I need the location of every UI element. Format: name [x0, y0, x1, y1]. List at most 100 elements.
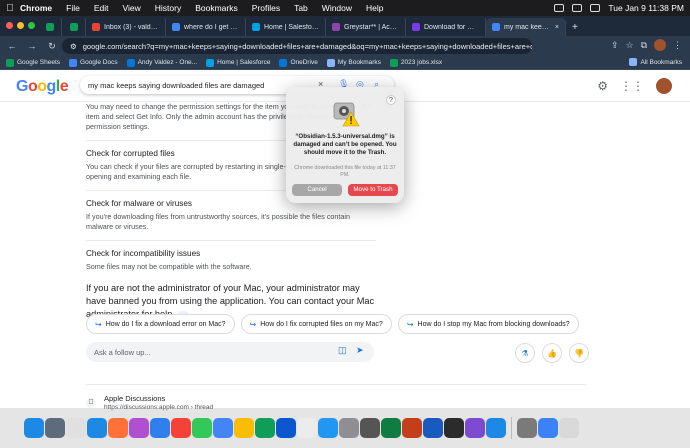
finder-icon[interactable] [24, 418, 44, 438]
tab-gmail[interactable]: Inbox (3) - valdez.andy [86, 18, 166, 36]
bookmark-2023-jobs[interactable]: 2023 jobs.xlsx [389, 58, 442, 67]
tab-obsidian-download[interactable]: Download for MacOS [406, 18, 486, 36]
documents-folder-icon[interactable] [538, 418, 558, 438]
wifi-icon[interactable] [554, 4, 565, 12]
site-info-icon[interactable]: ⚙ [70, 42, 77, 51]
sheets-icon [6, 58, 14, 67]
messenger-icon[interactable] [150, 418, 170, 438]
tab-pinned-sheets-2[interactable] [62, 18, 86, 36]
menu-file[interactable]: File [66, 3, 80, 13]
sheets-icon [45, 23, 54, 31]
tab-google-search[interactable]: where do I get my inter [166, 18, 246, 36]
all-bookmarks-button[interactable]: All Bookmarks [629, 58, 682, 66]
bookmark-google-sheets[interactable]: Google Sheets [6, 58, 60, 67]
lens-icon[interactable]: ◫ [338, 345, 347, 356]
tab-greystar[interactable]: Greystar** | Account | [326, 18, 406, 36]
screenshot-icon[interactable] [444, 418, 464, 438]
thumbs-down-icon[interactable]: 👎 [569, 343, 589, 363]
zoom-window-button[interactable] [28, 22, 35, 29]
photos-icon[interactable] [234, 418, 254, 438]
mail-icon[interactable] [87, 418, 107, 438]
control-center-icon[interactable] [590, 4, 601, 12]
app-store-icon[interactable] [318, 418, 338, 438]
menu-window[interactable]: Window [322, 3, 352, 13]
menu-profiles[interactable]: Profiles [252, 3, 280, 13]
google-icon [172, 23, 180, 31]
calendar-icon[interactable] [66, 418, 86, 438]
salesforce-icon [252, 23, 260, 31]
google-drive-icon[interactable] [255, 418, 275, 438]
tab-pinned-sheets[interactable] [38, 18, 62, 36]
close-window-button[interactable] [6, 22, 13, 29]
minimize-window-button[interactable] [17, 22, 24, 29]
bookmark-folder-my-bookmarks[interactable]: My Bookmarks [326, 58, 381, 67]
firefox-icon[interactable] [108, 418, 128, 438]
bookmark-google-docs[interactable]: Google Docs [69, 58, 118, 67]
tab-salesforce[interactable]: Home | Salesforce [246, 18, 326, 36]
folder-icon [629, 58, 638, 66]
forward-icon[interactable]: → [26, 41, 38, 51]
section-heading: Check for incompatibility issues [86, 249, 201, 258]
zoom-icon[interactable] [486, 418, 506, 438]
settings-icon[interactable]: ⚙ [597, 79, 608, 93]
powerpoint-icon[interactable] [402, 418, 422, 438]
excel-icon[interactable] [381, 418, 401, 438]
bookmark-onedrive-andy[interactable]: Andy Valdez - One... [126, 58, 197, 67]
share-icon[interactable]: ⇪ [611, 40, 619, 51]
result-site-name[interactable]: Apple Discussions [104, 394, 165, 403]
calculator-icon[interactable] [360, 418, 380, 438]
chip-blocking-downloads[interactable]: ↪ How do I stop my Mac from blocking down… [397, 314, 579, 334]
bookmark-star-icon[interactable]: ☆ [625, 40, 633, 51]
trash-icon[interactable] [559, 418, 579, 438]
apple-icon:  [86, 398, 96, 408]
notes-icon[interactable] [465, 418, 485, 438]
launchpad-icon[interactable] [45, 418, 65, 438]
chrome-menu-icon[interactable]: ⋮ [673, 40, 682, 51]
menu-edit[interactable]: Edit [94, 3, 109, 13]
chrome-icon[interactable] [213, 418, 233, 438]
back-icon[interactable]: ← [6, 41, 18, 51]
menu-view[interactable]: View [122, 3, 140, 13]
move-to-trash-button[interactable]: Move to Trash [348, 184, 398, 196]
mastodon-icon[interactable] [129, 418, 149, 438]
apple-menu-icon[interactable]:  [0, 3, 20, 14]
clock[interactable]: Tue Jan 9 11:38 PM [608, 3, 684, 13]
word-icon[interactable] [423, 418, 443, 438]
chip-download-error[interactable]: ↪ How do I fix a download error on Mac? [86, 314, 235, 334]
google-logo[interactable]: Google [16, 78, 69, 96]
calendar-31-icon[interactable] [297, 418, 317, 438]
menu-help[interactable]: Help [366, 3, 383, 13]
follow-up-input[interactable]: Ask a follow up... ◫ ➤ [86, 342, 374, 362]
menu-app-name[interactable]: Chrome [20, 3, 52, 13]
profile-avatar[interactable] [654, 39, 666, 51]
bookmark-onedrive[interactable]: OneDrive [279, 58, 318, 67]
apps-grid-icon[interactable]: ⋮⋮ [620, 79, 644, 93]
cancel-button[interactable]: Cancel [292, 184, 342, 196]
arrow-icon: ↪ [406, 319, 414, 329]
dock-separator [511, 417, 512, 439]
help-button[interactable]: ? [386, 95, 396, 105]
tab-strip: Inbox (3) - valdez.andy where do I get m… [0, 16, 690, 36]
menu-bookmarks[interactable]: Bookmarks [195, 3, 238, 13]
youtube-icon[interactable] [171, 418, 191, 438]
send-icon[interactable]: ➤ [356, 345, 364, 356]
tab-current-search[interactable]: my mac keeps saying...× [486, 18, 566, 36]
system-settings-icon[interactable] [339, 418, 359, 438]
reload-icon[interactable]: ↻ [46, 41, 58, 52]
thumbs-up-icon[interactable]: 👍 [542, 343, 562, 363]
downloads-folder-icon[interactable] [517, 418, 537, 438]
extensions-icon[interactable]: ⧉ [641, 40, 647, 51]
menu-history[interactable]: History [155, 3, 181, 13]
new-tab-button[interactable]: + [566, 18, 584, 36]
labs-icon[interactable]: ⚗ [515, 343, 535, 363]
search-icon[interactable] [572, 4, 583, 12]
menu-tab[interactable]: Tab [294, 3, 308, 13]
address-bar[interactable]: ⚙ google.com/search?q=my+mac+keeps+sayin… [62, 38, 532, 54]
tab-close-icon[interactable]: × [555, 24, 559, 31]
google-account-avatar[interactable] [656, 78, 672, 94]
onedrive-icon [279, 58, 288, 67]
facetime-icon[interactable] [192, 418, 212, 438]
bookmark-salesforce[interactable]: Home | Salesforce [206, 58, 270, 67]
google-photos-icon[interactable] [276, 418, 296, 438]
chip-corrupted-files[interactable]: ↪ How do I fix corrupted files on my Mac? [240, 314, 392, 334]
